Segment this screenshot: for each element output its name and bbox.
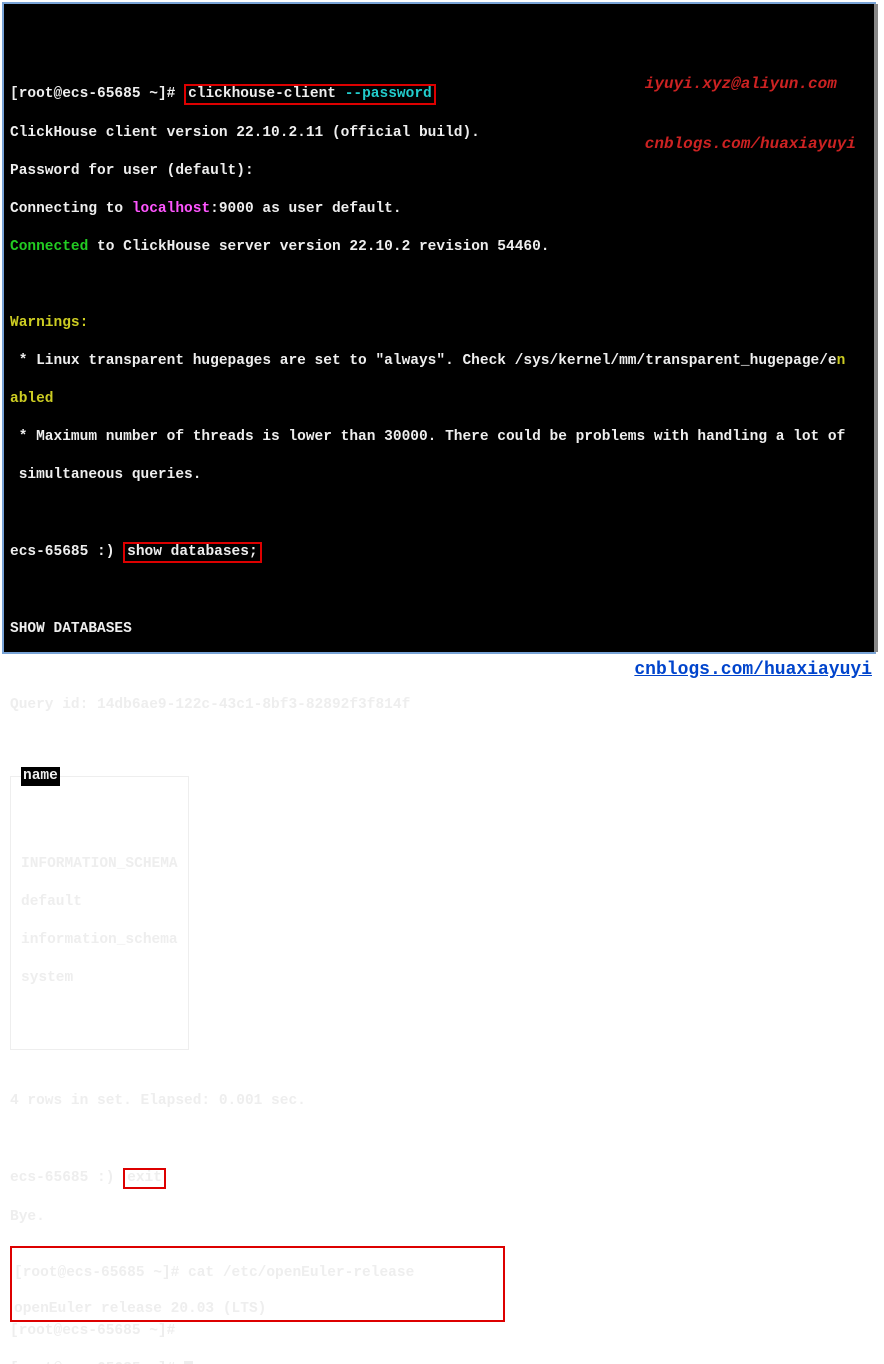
line-warn1b: abled — [10, 390, 868, 409]
highlight-cmd1: clickhouse-client --password — [184, 84, 436, 105]
result-table: name INFORMATION_SCHEMA default informat… — [10, 776, 189, 1050]
line-cmd2: ecs-65685 :) show databases; — [10, 542, 868, 563]
line-connecting: Connecting to localhost:9000 as user def… — [10, 200, 868, 219]
blank — [10, 734, 868, 753]
blank — [10, 1054, 868, 1073]
blank — [10, 276, 868, 295]
table-row: default — [21, 893, 178, 912]
line-connected: Connected to ClickHouse server version 2… — [10, 238, 868, 257]
line-prompt-empty1: [root@ecs-65685 ~]# — [10, 1322, 868, 1341]
line-warn-label: Warnings: — [10, 314, 868, 333]
terminal-body[interactable]: iyuyi.xyz@aliyun.com cnblogs.com/huaxiay… — [4, 4, 878, 652]
table-header: name — [21, 767, 60, 786]
line-warn2b: simultaneous queries. — [10, 466, 868, 485]
blank — [10, 658, 868, 677]
watermark-line2: cnblogs.com/huaxiayuyi — [645, 134, 856, 154]
watermark-line1: iyuyi.xyz@aliyun.com — [645, 74, 856, 94]
line-bye: Bye. — [10, 1208, 868, 1227]
highlight-release: [root@ecs-65685 ~]# cat /etc/openEuler-r… — [10, 1246, 505, 1322]
blank — [10, 504, 868, 523]
line-rel1: [root@ecs-65685 ~]# cat /etc/openEuler-r… — [14, 1265, 501, 1284]
blank — [10, 582, 868, 601]
watermark: iyuyi.xyz@aliyun.com cnblogs.com/huaxiay… — [645, 34, 856, 194]
table-row: system — [21, 969, 178, 988]
terminal-window: iyuyi.xyz@aliyun.com cnblogs.com/huaxiay… — [2, 2, 876, 654]
cursor — [184, 1361, 193, 1364]
line-prompt-empty2: [root@ecs-65685 ~]# — [10, 1360, 868, 1364]
line-warn1a: * Linux transparent hugepages are set to… — [10, 352, 868, 371]
blank — [10, 1130, 868, 1149]
highlight-cmd3: exit — [123, 1168, 166, 1189]
line-qid: Query id: 14db6ae9-122c-43c1-8bf3-82892f… — [10, 696, 868, 715]
highlight-cmd2: show databases; — [123, 542, 262, 563]
line-cmd3: ecs-65685 :) exit — [10, 1168, 868, 1189]
line-showdb: SHOW DATABASES — [10, 620, 868, 639]
table-row: INFORMATION_SCHEMA — [21, 855, 178, 874]
table-row: information_schema — [21, 931, 178, 950]
line-rowcount: 4 rows in set. Elapsed: 0.001 sec. — [10, 1092, 868, 1111]
line-warn2a: * Maximum number of threads is lower tha… — [10, 428, 868, 447]
line-rel2: openEuler release 20.03 (LTS) — [14, 1301, 501, 1320]
